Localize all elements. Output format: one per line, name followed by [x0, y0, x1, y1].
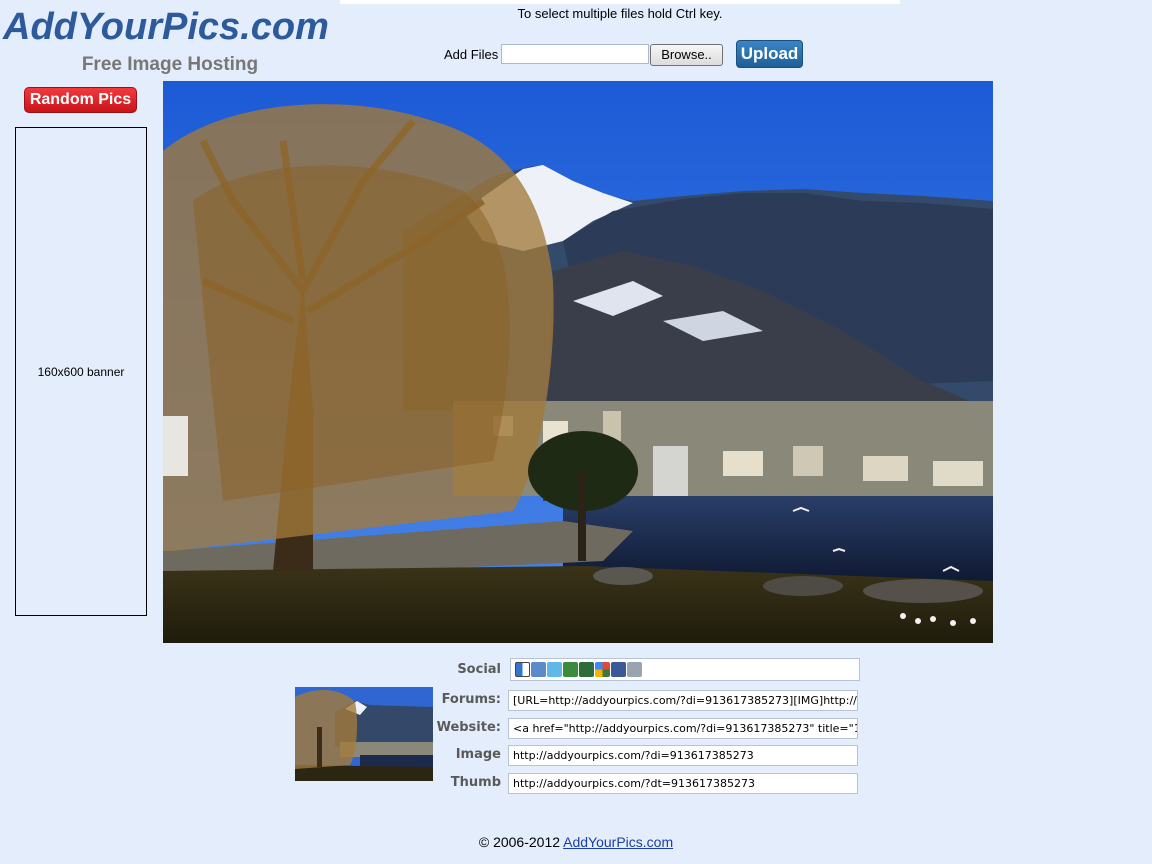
- copyright-text: © 2006-2012: [478, 834, 561, 850]
- website-code-field[interactable]: <a href="http://addyourpics.com/?di=9136…: [508, 718, 858, 739]
- myspace-icon[interactable]: [627, 662, 642, 677]
- forums-label: Forums:: [441, 692, 501, 707]
- image-url-field[interactable]: http://addyourpics.com/?di=913617385273: [508, 745, 858, 766]
- forums-code-field[interactable]: [URL=http://addyourpics.com/?di=91361738…: [508, 690, 858, 711]
- top-bar: [340, 0, 900, 4]
- image-label: Image: [455, 747, 501, 762]
- banner-text: 160x600 banner: [37, 364, 125, 379]
- footer-home-link[interactable]: AddYourPics.com: [563, 834, 673, 850]
- multi-select-hint: To select multiple files hold Ctrl key.: [517, 6, 723, 21]
- social-icons-box: [510, 658, 860, 681]
- thumb-label: Thumb: [450, 775, 501, 790]
- website-label: Website:: [436, 720, 501, 735]
- stumbleupon-icon[interactable]: [563, 662, 578, 677]
- add-files-label: Add Files: [444, 47, 499, 62]
- ad-banner[interactable]: 160x600 banner: [15, 127, 147, 616]
- twitter-icon[interactable]: [547, 662, 562, 677]
- facebook-icon[interactable]: [611, 662, 626, 677]
- file-path-input[interactable]: [501, 44, 649, 64]
- social-label: Social: [457, 662, 501, 677]
- delicious-icon[interactable]: [515, 662, 530, 677]
- google-icon[interactable]: [595, 662, 610, 677]
- browse-button[interactable]: Browse..: [650, 44, 723, 66]
- random-pics-button[interactable]: Random Pics: [24, 87, 137, 113]
- upload-button[interactable]: Upload: [736, 40, 803, 68]
- reddit-icon[interactable]: [579, 662, 594, 677]
- site-tagline: Free Image Hosting: [81, 54, 259, 75]
- thumb-url-field[interactable]: http://addyourpics.com/?dt=913617385273: [508, 773, 858, 794]
- footer: © 2006-2012 AddYourPics.com: [0, 834, 1152, 850]
- site-logo[interactable]: AddYourPics.com: [3, 6, 329, 49]
- digg-icon[interactable]: [531, 662, 546, 677]
- main-photo[interactable]: [163, 81, 993, 643]
